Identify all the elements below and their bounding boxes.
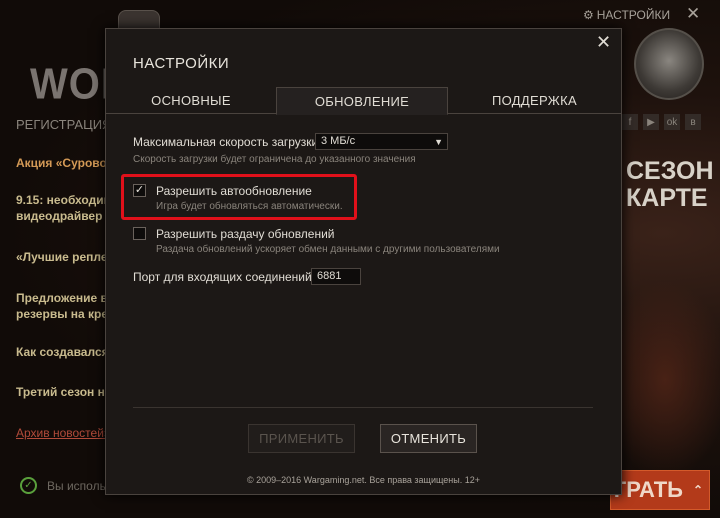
max-speed-hint: Скорость загрузки будет ограничена до ук… [133, 154, 416, 165]
news-item[interactable]: 9.15: необходимо [16, 192, 106, 208]
news-item[interactable]: «Лучшие реплеи [16, 249, 106, 265]
seed-updates-hint: Раздача обновлений ускоряет обмен данным… [156, 244, 500, 255]
play-button-label: ГРАТЬ [613, 477, 683, 502]
news-item[interactable]: видеодрайвер [16, 208, 106, 224]
news-archive-link[interactable]: Архив новостей» [16, 426, 106, 440]
divider [133, 407, 593, 408]
port-label: Порт для входящих соединений: [133, 270, 316, 284]
top-settings-label: НАСТРОЙКИ [596, 8, 671, 22]
seed-updates-label[interactable]: Разрешить раздачу обновлений [156, 227, 335, 241]
odnoklassniki-icon[interactable]: ok [664, 114, 680, 130]
social-links: f ▶ ok в [622, 114, 701, 130]
news-item[interactable]: Как создавался з [16, 344, 106, 360]
max-speed-value: 3 МБ/с [321, 135, 356, 147]
avatar[interactable] [634, 28, 704, 100]
seed-updates-checkbox[interactable] [133, 227, 146, 240]
cancel-button[interactable]: ОТМЕНИТЬ [380, 424, 477, 453]
auto-update-label[interactable]: Разрешить автообновление [156, 184, 312, 198]
chevron-up-icon[interactable]: ⌃ [693, 483, 703, 497]
dialog-title: НАСТРОЙКИ [133, 55, 230, 72]
news-item[interactable]: резервы на кред [16, 306, 106, 322]
apply-button[interactable]: ПРИМЕНИТЬ [248, 424, 355, 453]
promo-line: СЕЗОН [626, 157, 714, 185]
register-link[interactable]: РЕГИСТРАЦИЯ [16, 117, 111, 132]
play-button[interactable]: ГРАТЬ ⌃ [610, 470, 710, 510]
close-icon[interactable]: ✕ [596, 32, 611, 53]
max-speed-label: Максимальная скорость загрузки: [133, 135, 322, 149]
vk-icon[interactable]: в [685, 114, 701, 130]
top-settings-button[interactable]: ⚙ НАСТРОЙКИ [583, 8, 670, 22]
window-close-icon[interactable]: ✕ [686, 4, 700, 24]
status-bar: ✓ Вы использ [20, 477, 111, 494]
dropdown-arrow-icon: ▼ [434, 137, 443, 147]
max-speed-select[interactable]: 3 МБ/с ▼ [315, 133, 448, 150]
facebook-icon[interactable]: f [622, 114, 638, 130]
gear-icon: ⚙ [583, 8, 594, 22]
status-text: Вы использ [47, 478, 112, 493]
tab-support[interactable]: ПОДДЕРЖКА [448, 87, 621, 114]
port-input[interactable]: 6881 [311, 268, 361, 285]
youtube-icon[interactable]: ▶ [643, 114, 659, 130]
settings-tabs: ОСНОВНЫЕ ОБНОВЛЕНИЕ ПОДДЕРЖКА [106, 87, 621, 115]
check-circle-icon: ✓ [20, 477, 37, 494]
promo-line: КАРТЕ [626, 184, 708, 212]
promo-banner[interactable]: СЕЗОН КАРТЕ [626, 158, 714, 212]
tab-general[interactable]: ОСНОВНЫЕ [106, 87, 276, 114]
news-item[interactable]: Акция «Суровое на [16, 155, 106, 171]
news-item[interactable]: Предложение вы [16, 290, 106, 306]
settings-dialog: НАСТРОЙКИ ✕ ОСНОВНЫЕ ОБНОВЛЕНИЕ ПОДДЕРЖК… [105, 28, 622, 495]
auto-update-checkbox[interactable]: ✓ [133, 184, 146, 197]
tab-update[interactable]: ОБНОВЛЕНИЕ [276, 87, 448, 115]
auto-update-hint: Игра будет обновляться автоматически. [156, 201, 343, 212]
copyright-text: © 2009–2016 Wargaming.net. Все права защ… [246, 475, 481, 485]
news-item[interactable]: Третий сезон на [16, 384, 106, 400]
